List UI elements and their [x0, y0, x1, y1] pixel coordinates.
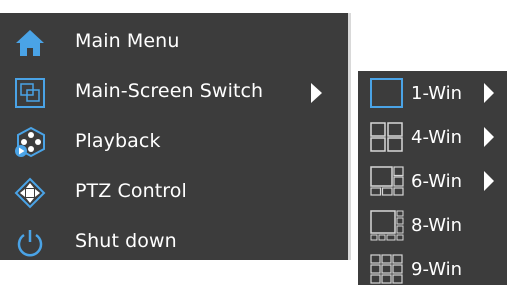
submenu-item-label: 8-Win	[411, 215, 463, 236]
menu-item-label: PTZ Control	[75, 180, 187, 202]
submenu-arrow-icon	[484, 127, 494, 147]
menu-item-main-menu[interactable]: Main Menu	[0, 17, 348, 67]
submenu-arrow-icon	[311, 83, 322, 103]
layout-8-win-icon	[369, 209, 405, 241]
power-icon	[14, 227, 46, 259]
screen-switch-icon	[14, 77, 46, 109]
menu-item-label: Main-Screen Switch	[75, 80, 264, 102]
layout-4-win-icon	[369, 121, 405, 153]
layout-6-win-icon	[369, 165, 405, 197]
submenu-arrow-icon	[484, 171, 494, 191]
submenu-item-label: 9-Win	[411, 259, 463, 280]
submenu-item-6-win[interactable]: 6-Win	[358, 159, 507, 203]
layout-9-win-icon	[369, 253, 405, 285]
submenu-item-8-win[interactable]: 8-Win	[358, 203, 507, 247]
home-icon	[14, 27, 46, 59]
menu-item-playback[interactable]: Playback	[0, 117, 348, 167]
menu-item-label: Playback	[75, 130, 161, 152]
submenu-item-label: 4-Win	[411, 127, 463, 148]
context-menu: Main Menu Main-Screen Switch Playback PT…	[0, 13, 351, 260]
submenu-item-label: 1-Win	[411, 83, 463, 104]
playback-reel-icon	[14, 125, 46, 158]
ptz-control-icon	[14, 177, 46, 209]
layout-1-win-icon	[369, 77, 405, 109]
screen-layout-submenu: 1-Win 4-Win 6-Win 8-Win 9-Win	[358, 71, 507, 285]
menu-item-label: Main Menu	[75, 30, 180, 52]
menu-item-shut-down[interactable]: Shut down	[0, 217, 348, 267]
submenu-item-1-win[interactable]: 1-Win	[358, 71, 507, 115]
submenu-arrow-icon	[484, 83, 494, 103]
submenu-item-4-win[interactable]: 4-Win	[358, 115, 507, 159]
menu-item-ptz-control[interactable]: PTZ Control	[0, 167, 348, 217]
menu-item-label: Shut down	[75, 230, 177, 252]
submenu-item-label: 6-Win	[411, 171, 463, 192]
submenu-item-9-win[interactable]: 9-Win	[358, 247, 507, 291]
menu-item-main-screen-switch[interactable]: Main-Screen Switch	[0, 67, 348, 117]
